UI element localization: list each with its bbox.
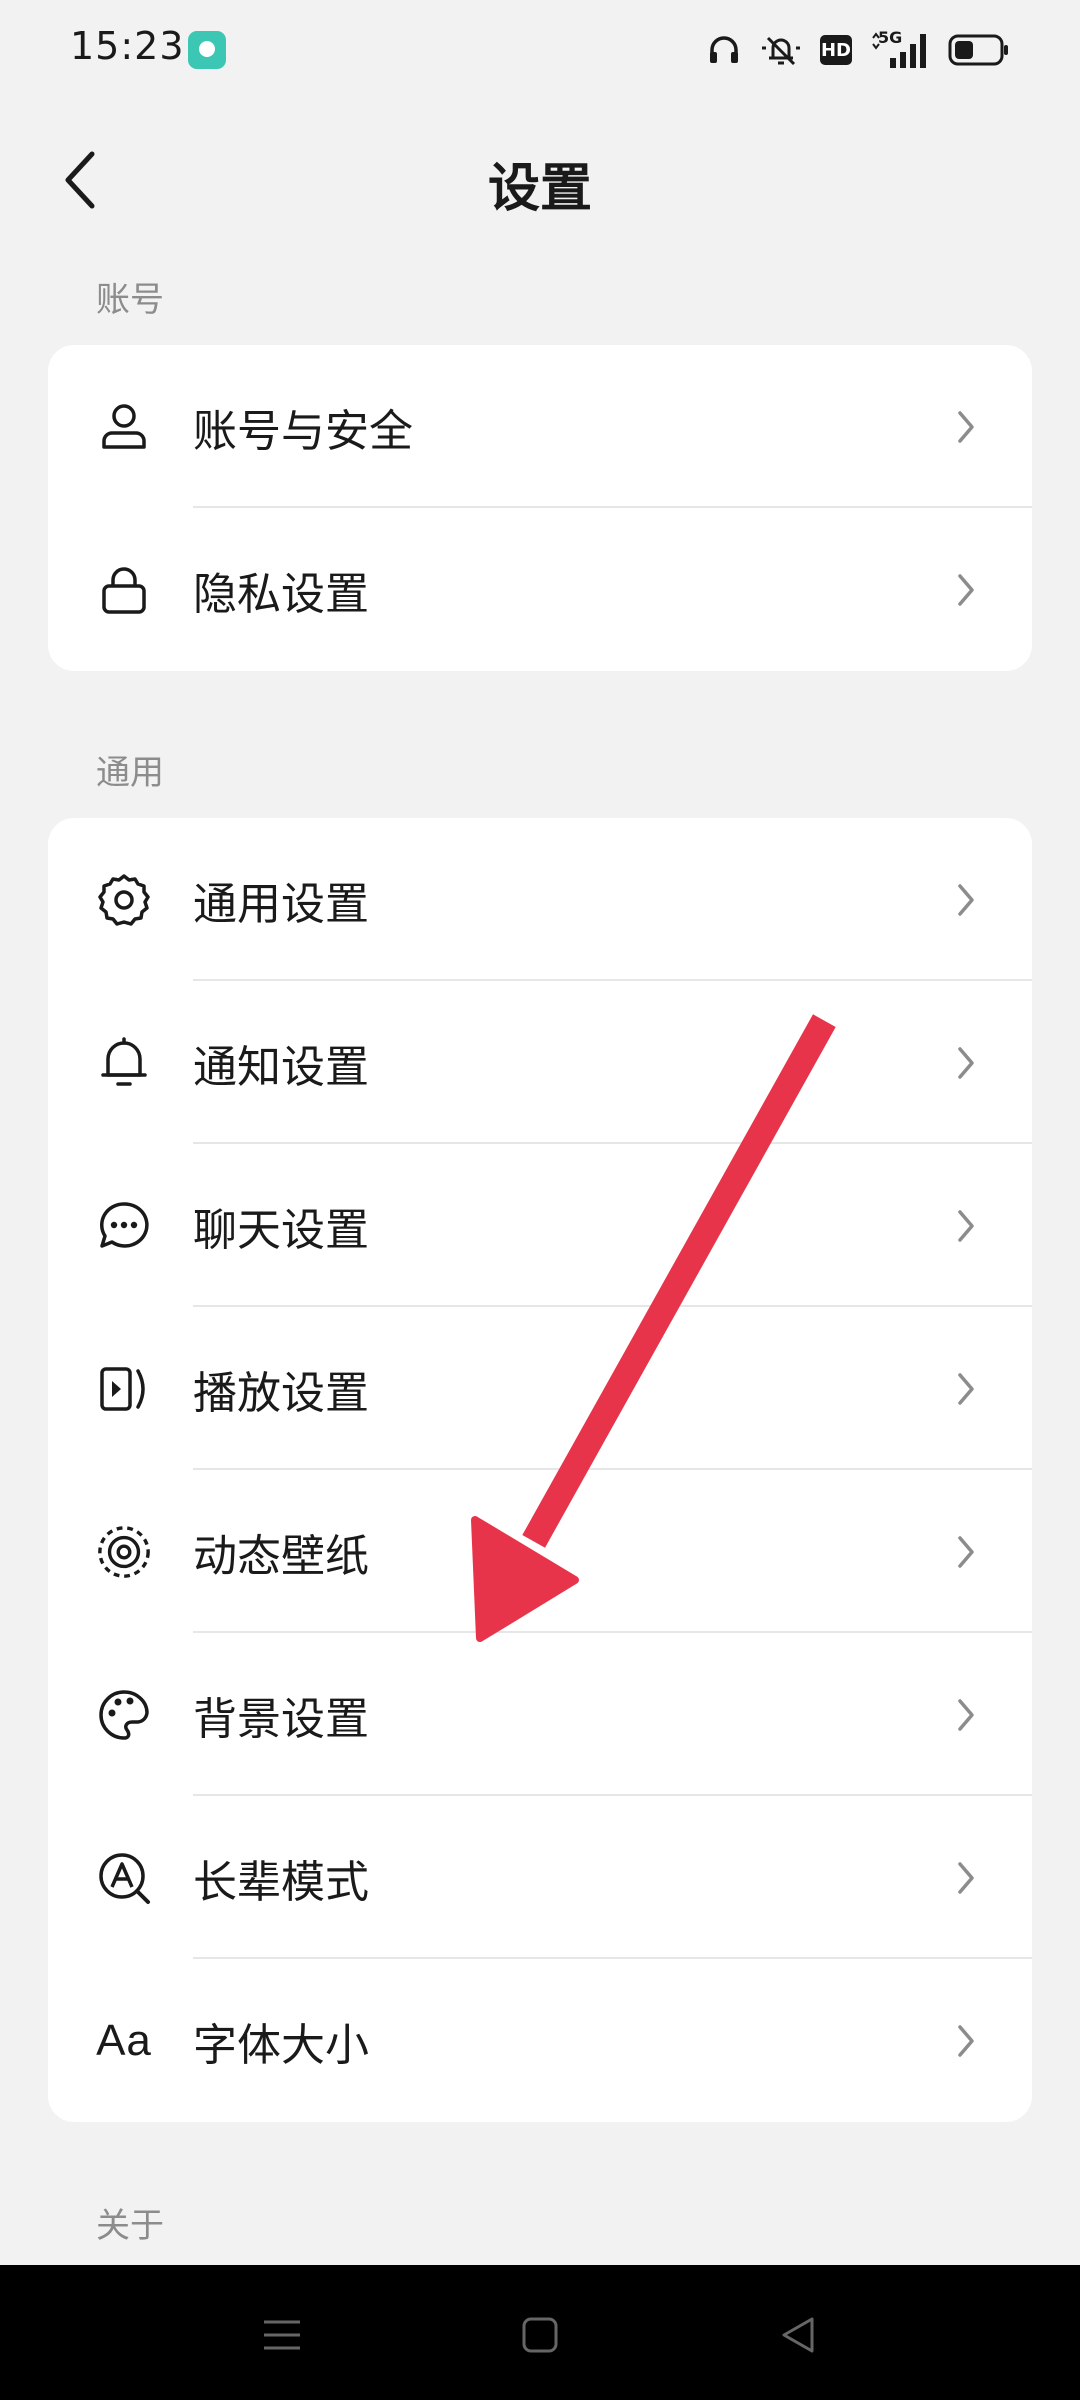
chevron-right-icon xyxy=(958,410,974,443)
headphones-icon xyxy=(710,36,738,63)
row-background-settings[interactable]: 背景设置 xyxy=(48,1633,1032,1796)
hd-badge: HD xyxy=(820,35,852,65)
row-general-settings[interactable]: 通用设置 xyxy=(48,818,1032,981)
target-icon xyxy=(96,1524,152,1580)
row-label: 聊天设置 xyxy=(193,1204,369,1256)
play-icon xyxy=(96,1361,152,1417)
nav-back-button[interactable] xyxy=(768,2305,828,2365)
chevron-right-icon xyxy=(958,1046,974,1079)
bell-icon xyxy=(96,1035,152,1091)
row-label: 动态壁纸 xyxy=(193,1530,369,1582)
chevron-right-icon xyxy=(958,1209,974,1242)
chevron-right-icon xyxy=(958,1535,974,1568)
general-card: 通用设置 通知设置 聊天设置 播放设置 动态壁纸 背景设置 长辈模式 Aa 字体… xyxy=(48,818,1032,2122)
status-time: 15:23 xyxy=(70,24,185,68)
home-square-icon xyxy=(522,2317,558,2353)
status-icons: HD 5G xyxy=(706,28,1010,72)
row-label: 字体大小 xyxy=(193,2019,369,2071)
row-label: 隐私设置 xyxy=(193,568,369,620)
font-size-icon-text: Aa xyxy=(96,2015,152,2065)
chevron-right-icon xyxy=(958,2024,974,2057)
chevron-right-icon xyxy=(958,883,974,916)
chat-bubble-icon xyxy=(96,1198,152,1254)
elder-mode-icon xyxy=(96,1850,152,1906)
5g-signal-icon: 5G xyxy=(870,28,930,70)
section-label-about: 关于 xyxy=(96,2206,164,2246)
row-label: 播放设置 xyxy=(193,1367,369,1419)
chevron-right-icon xyxy=(958,573,974,606)
chevron-right-icon xyxy=(958,1372,974,1405)
row-font-size[interactable]: Aa 字体大小 xyxy=(48,1959,1032,2122)
account-card: 账号与安全 隐私设置 xyxy=(48,345,1032,671)
person-icon xyxy=(96,399,152,455)
palette-icon xyxy=(96,1687,152,1743)
home-button[interactable] xyxy=(510,2305,570,2365)
status-bar: 15:23 HD 5G xyxy=(0,0,1080,100)
page-title: 设置 xyxy=(487,159,592,219)
mute-bell-icon xyxy=(762,36,800,66)
menu-icon xyxy=(264,2320,300,2350)
font-size-icon: Aa xyxy=(96,2013,152,2069)
menu-button[interactable] xyxy=(252,2305,312,2365)
row-label: 背景设置 xyxy=(193,1693,369,1745)
gear-icon xyxy=(96,872,152,928)
battery-icon xyxy=(948,34,1008,66)
row-label: 长辈模式 xyxy=(193,1856,369,1908)
row-label: 账号与安全 xyxy=(193,405,413,457)
row-notification-settings[interactable]: 通知设置 xyxy=(48,981,1032,1144)
header: 设置 xyxy=(0,120,1080,240)
section-label-general: 通用 xyxy=(96,753,164,793)
chevron-right-icon xyxy=(958,1861,974,1894)
back-triangle-icon xyxy=(782,2317,814,2353)
row-privacy[interactable]: 隐私设置 xyxy=(48,508,1032,671)
chevron-right-icon xyxy=(958,1698,974,1731)
lock-icon xyxy=(96,562,152,618)
row-live-wallpaper[interactable]: 动态壁纸 xyxy=(48,1470,1032,1633)
navigation-bar xyxy=(0,2265,1080,2400)
row-elder-mode[interactable]: 长辈模式 xyxy=(48,1796,1032,1959)
row-label: 通用设置 xyxy=(193,878,369,930)
row-chat-settings[interactable]: 聊天设置 xyxy=(48,1144,1032,1307)
row-account-security[interactable]: 账号与安全 xyxy=(48,345,1032,508)
section-label-account: 账号 xyxy=(96,280,164,320)
app-notification-icon xyxy=(188,31,226,69)
row-label: 通知设置 xyxy=(193,1041,369,1093)
row-playback-settings[interactable]: 播放设置 xyxy=(48,1307,1032,1470)
